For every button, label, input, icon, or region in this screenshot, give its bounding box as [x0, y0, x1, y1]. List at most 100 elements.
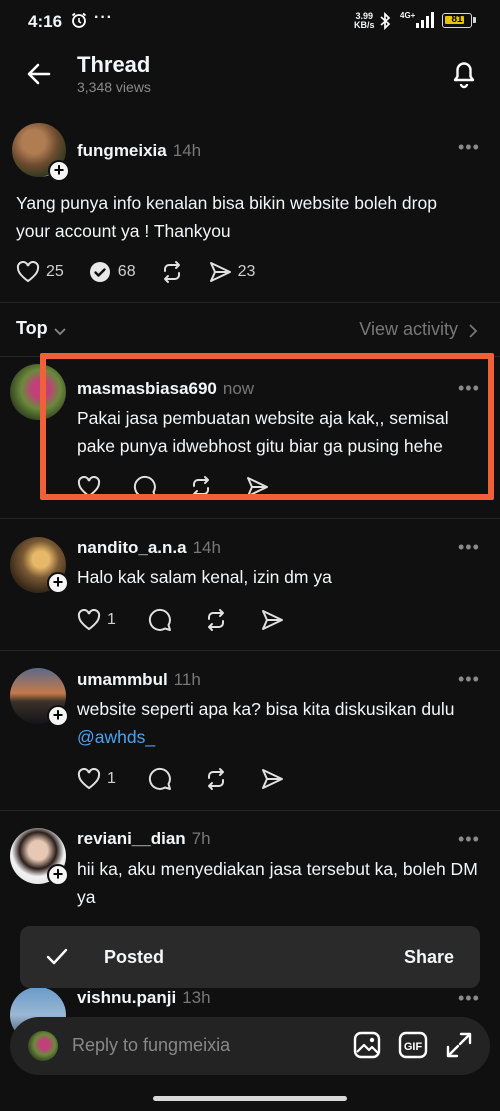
post-username[interactable]: fungmeixia 14h: [77, 141, 201, 161]
divider: [0, 518, 500, 519]
send-icon: [261, 610, 283, 630]
heart-icon: [16, 261, 40, 283]
comment-button[interactable]: [148, 608, 172, 632]
share-button[interactable]: [260, 609, 284, 631]
comment-icon: [148, 767, 171, 790]
divider: [0, 810, 500, 811]
reply-bar[interactable]: Reply to fungmeixia GIF: [10, 1017, 490, 1075]
battery-icon: 81: [442, 13, 472, 28]
heart-icon: [77, 609, 101, 631]
like-button[interactable]: 1: [77, 768, 116, 790]
share-button[interactable]: [260, 768, 284, 790]
repost-icon: [207, 609, 224, 631]
check-icon: [46, 947, 68, 972]
share-button[interactable]: 23: [208, 261, 256, 283]
repost-icon: [207, 768, 224, 790]
toast-message: Posted: [104, 947, 165, 967]
reply-text: Halo kak salam kenal, izin dm ya: [77, 567, 332, 587]
thread-header: Thread 3,348 views: [0, 44, 500, 104]
badge-check-icon: [89, 262, 110, 282]
reply-text: website seperti apa ka? bisa kita diskus…: [77, 695, 482, 751]
username-text[interactable]: fungmeixia: [77, 141, 167, 160]
gif-label: GIF: [404, 1041, 423, 1053]
bluetooth-icon: [378, 11, 392, 35]
like-count: 25: [46, 263, 64, 280]
reply-time: 7h: [191, 829, 211, 848]
repost-icon: [163, 261, 180, 283]
username-text[interactable]: umammbul: [77, 670, 168, 689]
more-options-icon[interactable]: •••: [458, 829, 480, 850]
signal-icon: [416, 12, 438, 33]
repost-count: 68: [117, 263, 136, 280]
heart-icon: [77, 768, 101, 790]
username-text[interactable]: nandito_a.n.a: [77, 538, 187, 557]
sort-dropdown[interactable]: Top: [16, 318, 48, 339]
divider: [0, 302, 500, 303]
follow-plus-icon[interactable]: +: [47, 705, 69, 727]
repost-button[interactable]: [204, 608, 228, 632]
home-indicator[interactable]: [153, 1096, 347, 1101]
alarm-icon: [70, 11, 88, 34]
reply-username[interactable]: reviani__dian 7h: [77, 829, 211, 849]
like-count: 1: [107, 611, 116, 628]
posted-toast: Posted Share: [20, 926, 480, 988]
follow-plus-icon[interactable]: +: [47, 864, 69, 886]
more-options-icon[interactable]: •••: [458, 669, 480, 690]
mention-link[interactable]: @awhds_: [77, 727, 155, 747]
status-bar: 4:16 ··· 3.99 KB/s 4G+ 81: [0, 0, 500, 44]
share-count: 23: [237, 263, 256, 280]
battery-level: 81: [451, 14, 463, 25]
repost-button[interactable]: [160, 260, 184, 284]
toast-share-button[interactable]: Share: [404, 947, 454, 968]
post-time: 14h: [172, 141, 202, 160]
network-type: 4G+: [400, 11, 416, 20]
send-icon: [209, 262, 231, 282]
more-options-icon[interactable]: •••: [458, 137, 480, 158]
reply-time: 14h: [192, 538, 221, 557]
expand-icon[interactable]: [444, 1030, 474, 1065]
battery-tip: [473, 17, 476, 23]
network-speed: 3.99 KB/s: [354, 12, 375, 30]
image-icon[interactable]: [352, 1030, 382, 1065]
bell-icon[interactable]: [448, 56, 480, 90]
post-text: Yang punya info kenalan bisa bikin websi…: [16, 193, 437, 241]
repost-button[interactable]: [204, 767, 228, 791]
username-text[interactable]: reviani__dian: [77, 829, 186, 848]
more-options-icon[interactable]: •••: [458, 988, 480, 1009]
like-count: 1: [107, 770, 116, 787]
reply-actions: 1: [77, 767, 308, 791]
status-time: 4:16: [28, 12, 63, 31]
reposts-button[interactable]: 68: [88, 260, 136, 284]
chevron-down-icon[interactable]: [53, 324, 67, 342]
network-speed-unit: KB/s: [354, 20, 375, 30]
divider: [0, 650, 500, 651]
chevron-right-icon[interactable]: [468, 323, 478, 344]
like-button[interactable]: 25: [16, 261, 64, 283]
reply-actions: 1: [77, 608, 308, 632]
reply-username[interactable]: nandito_a.n.a 14h: [77, 538, 221, 558]
follow-plus-icon[interactable]: +: [47, 572, 69, 594]
highlight-box: [40, 353, 494, 500]
comment-button[interactable]: [148, 767, 172, 791]
page-title: Thread: [77, 52, 151, 77]
reply-text: hii ka, aku menyediakan jasa tersebut ka…: [77, 859, 478, 907]
username-text[interactable]: vishnu.panji: [77, 988, 176, 1007]
gif-icon[interactable]: GIF: [398, 1030, 428, 1065]
sort-row: Top View activity: [0, 318, 500, 344]
more-options-icon[interactable]: •••: [458, 537, 480, 558]
reply-time: 11h: [173, 670, 201, 689]
reply-input[interactable]: Reply to fungmeixia: [72, 1035, 230, 1056]
comment-icon: [148, 608, 171, 631]
status-dots: ···: [94, 9, 113, 26]
reply-username[interactable]: umammbul 11h: [77, 670, 201, 690]
avatar: [28, 1031, 58, 1061]
view-count: 3,348 views: [77, 79, 151, 95]
reply-username[interactable]: vishnu.panji 13h: [77, 988, 211, 1008]
reply-time: 13h: [182, 988, 211, 1007]
send-icon: [261, 769, 283, 789]
back-arrow-icon[interactable]: [24, 59, 54, 89]
post-actions: 25 68 23: [16, 260, 279, 284]
view-activity-link[interactable]: View activity: [359, 319, 458, 340]
follow-plus-icon[interactable]: +: [48, 160, 70, 182]
like-button[interactable]: 1: [77, 609, 116, 631]
